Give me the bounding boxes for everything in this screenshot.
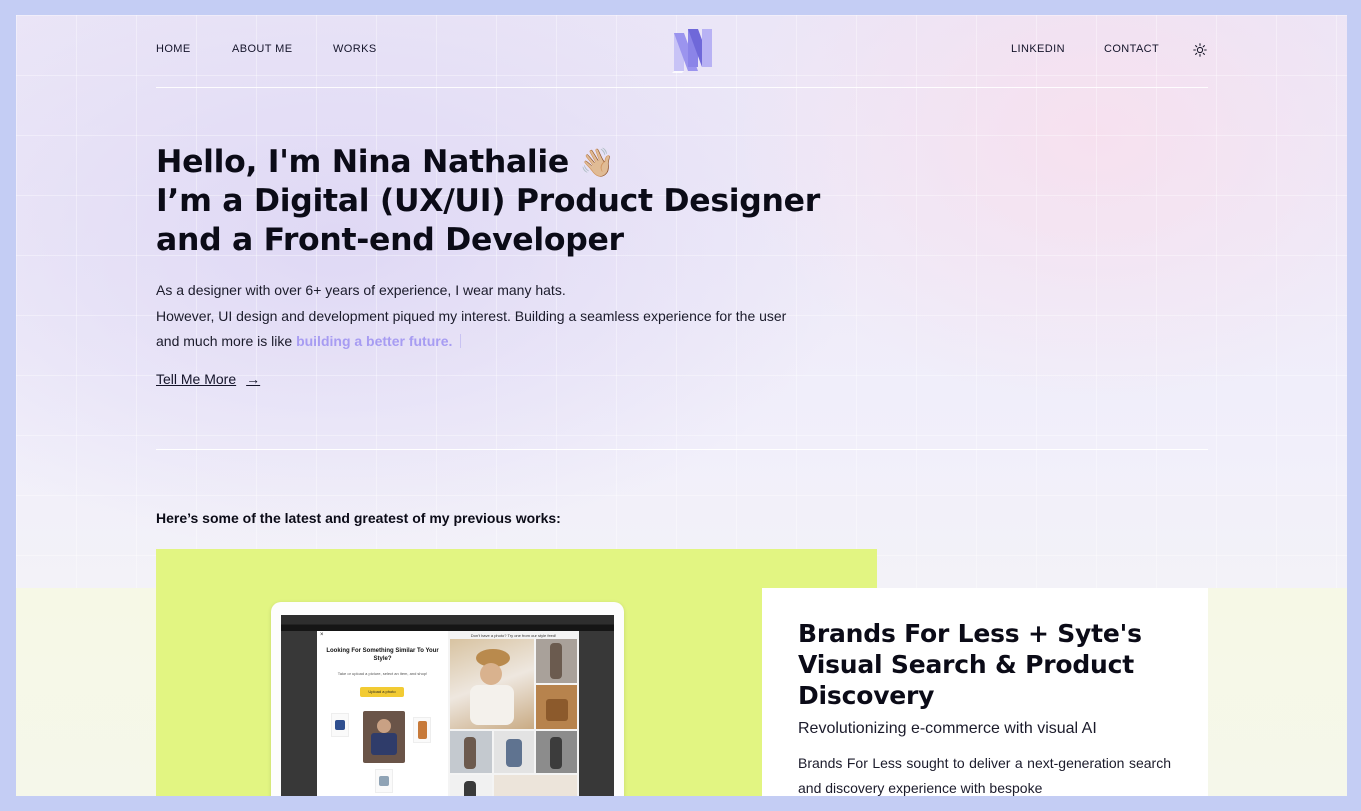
top-navigation: HOME ABOUT ME WORKS LINKEDIN CONTACT [156, 15, 1208, 88]
mock-feed-header: Don't have a photo? Try one from our sty… [470, 633, 557, 638]
mock-outfit-photo [363, 711, 405, 763]
close-icon: × [320, 632, 324, 638]
work-card-title[interactable]: Brands For Less + Syte's Visual Search &… [798, 618, 1178, 711]
works-intro-heading: Here’s some of the latest and greatest o… [156, 510, 561, 526]
hero-title-line-3: and a Front-end Developer [156, 222, 624, 258]
laptop-mockup: × Looking For Something Similar To Your … [271, 602, 624, 796]
nav-works-link[interactable]: WORKS [333, 43, 377, 55]
mock-feed-photo-3 [536, 685, 577, 729]
work-card-subtitle: Revolutionizing e-commerce with visual A… [798, 720, 1097, 737]
nav-linkedin-link[interactable]: LINKEDIN [1011, 43, 1065, 55]
mock-upload-modal: × Looking For Something Similar To Your … [317, 631, 448, 796]
mock-feed-photo-2 [536, 639, 577, 683]
hero-heading: Hello, I'm Nina Nathalie 👋🏼 I’m a Digita… [156, 143, 916, 260]
mock-feed-photo-6 [536, 731, 577, 773]
mock-browser-bar [281, 615, 614, 625]
mock-feed-photo-large [450, 639, 534, 729]
tell-me-more-label: Tell Me More [156, 371, 237, 387]
mock-feed-photo-8 [494, 775, 577, 796]
work-card-details[interactable]: Brands For Less + Syte's Visual Search &… [762, 588, 1208, 796]
arrow-right-icon: → [246, 371, 261, 387]
nav-contact-link[interactable]: CONTACT [1104, 43, 1159, 55]
mock-feed-photo-4 [450, 731, 492, 773]
mock-coat-thumbnail [413, 717, 431, 743]
typing-caret [460, 334, 462, 348]
hero-divider [156, 449, 1208, 450]
intro-highlight: building a better future. [296, 333, 453, 349]
intro-line-1: As a designer with over 6+ years of expe… [156, 282, 566, 298]
mock-style-feed: Don't have a photo? Try one from our sty… [448, 631, 579, 796]
mock-modal-heading: Looking For Something Similar To Your St… [326, 648, 439, 662]
work-card-description: Brands For Less sought to deliver a next… [798, 755, 1171, 796]
mock-shoe-thumbnail [375, 769, 393, 793]
intro-line-3: and much more is like [156, 333, 293, 349]
nav-about-link[interactable]: ABOUT ME [232, 43, 292, 55]
waving-hand-icon: 👋🏼 [579, 146, 615, 179]
nav-home-link[interactable]: HOME [156, 43, 191, 55]
intro-line-2: However, UI design and development pique… [156, 307, 787, 324]
tell-me-more-link[interactable]: Tell Me More → [156, 371, 260, 387]
hero-title-line-2: I’m a Digital (UX/UI) Product Designer [156, 183, 820, 219]
page-viewport: HOME ABOUT ME WORKS LINKEDIN CONTACT Hel… [16, 15, 1347, 796]
mock-modal-text: Take or upload a picture, select an item… [337, 671, 428, 676]
nav-divider [156, 87, 1208, 88]
hero-title-line-1: Hello, I'm Nina Nathalie [156, 144, 569, 180]
nn-logo-icon[interactable] [672, 27, 716, 73]
sun-icon[interactable] [1193, 43, 1207, 57]
laptop-screen: × Looking For Something Similar To Your … [281, 615, 614, 796]
mock-bag-thumbnail [331, 713, 349, 737]
mock-feed-photo-7 [450, 775, 492, 796]
mock-feed-photo-5 [494, 731, 534, 773]
hero-intro-text: As a designer with over 6+ years of expe… [156, 278, 876, 355]
mock-upload-button: Upload a photo [360, 687, 404, 697]
